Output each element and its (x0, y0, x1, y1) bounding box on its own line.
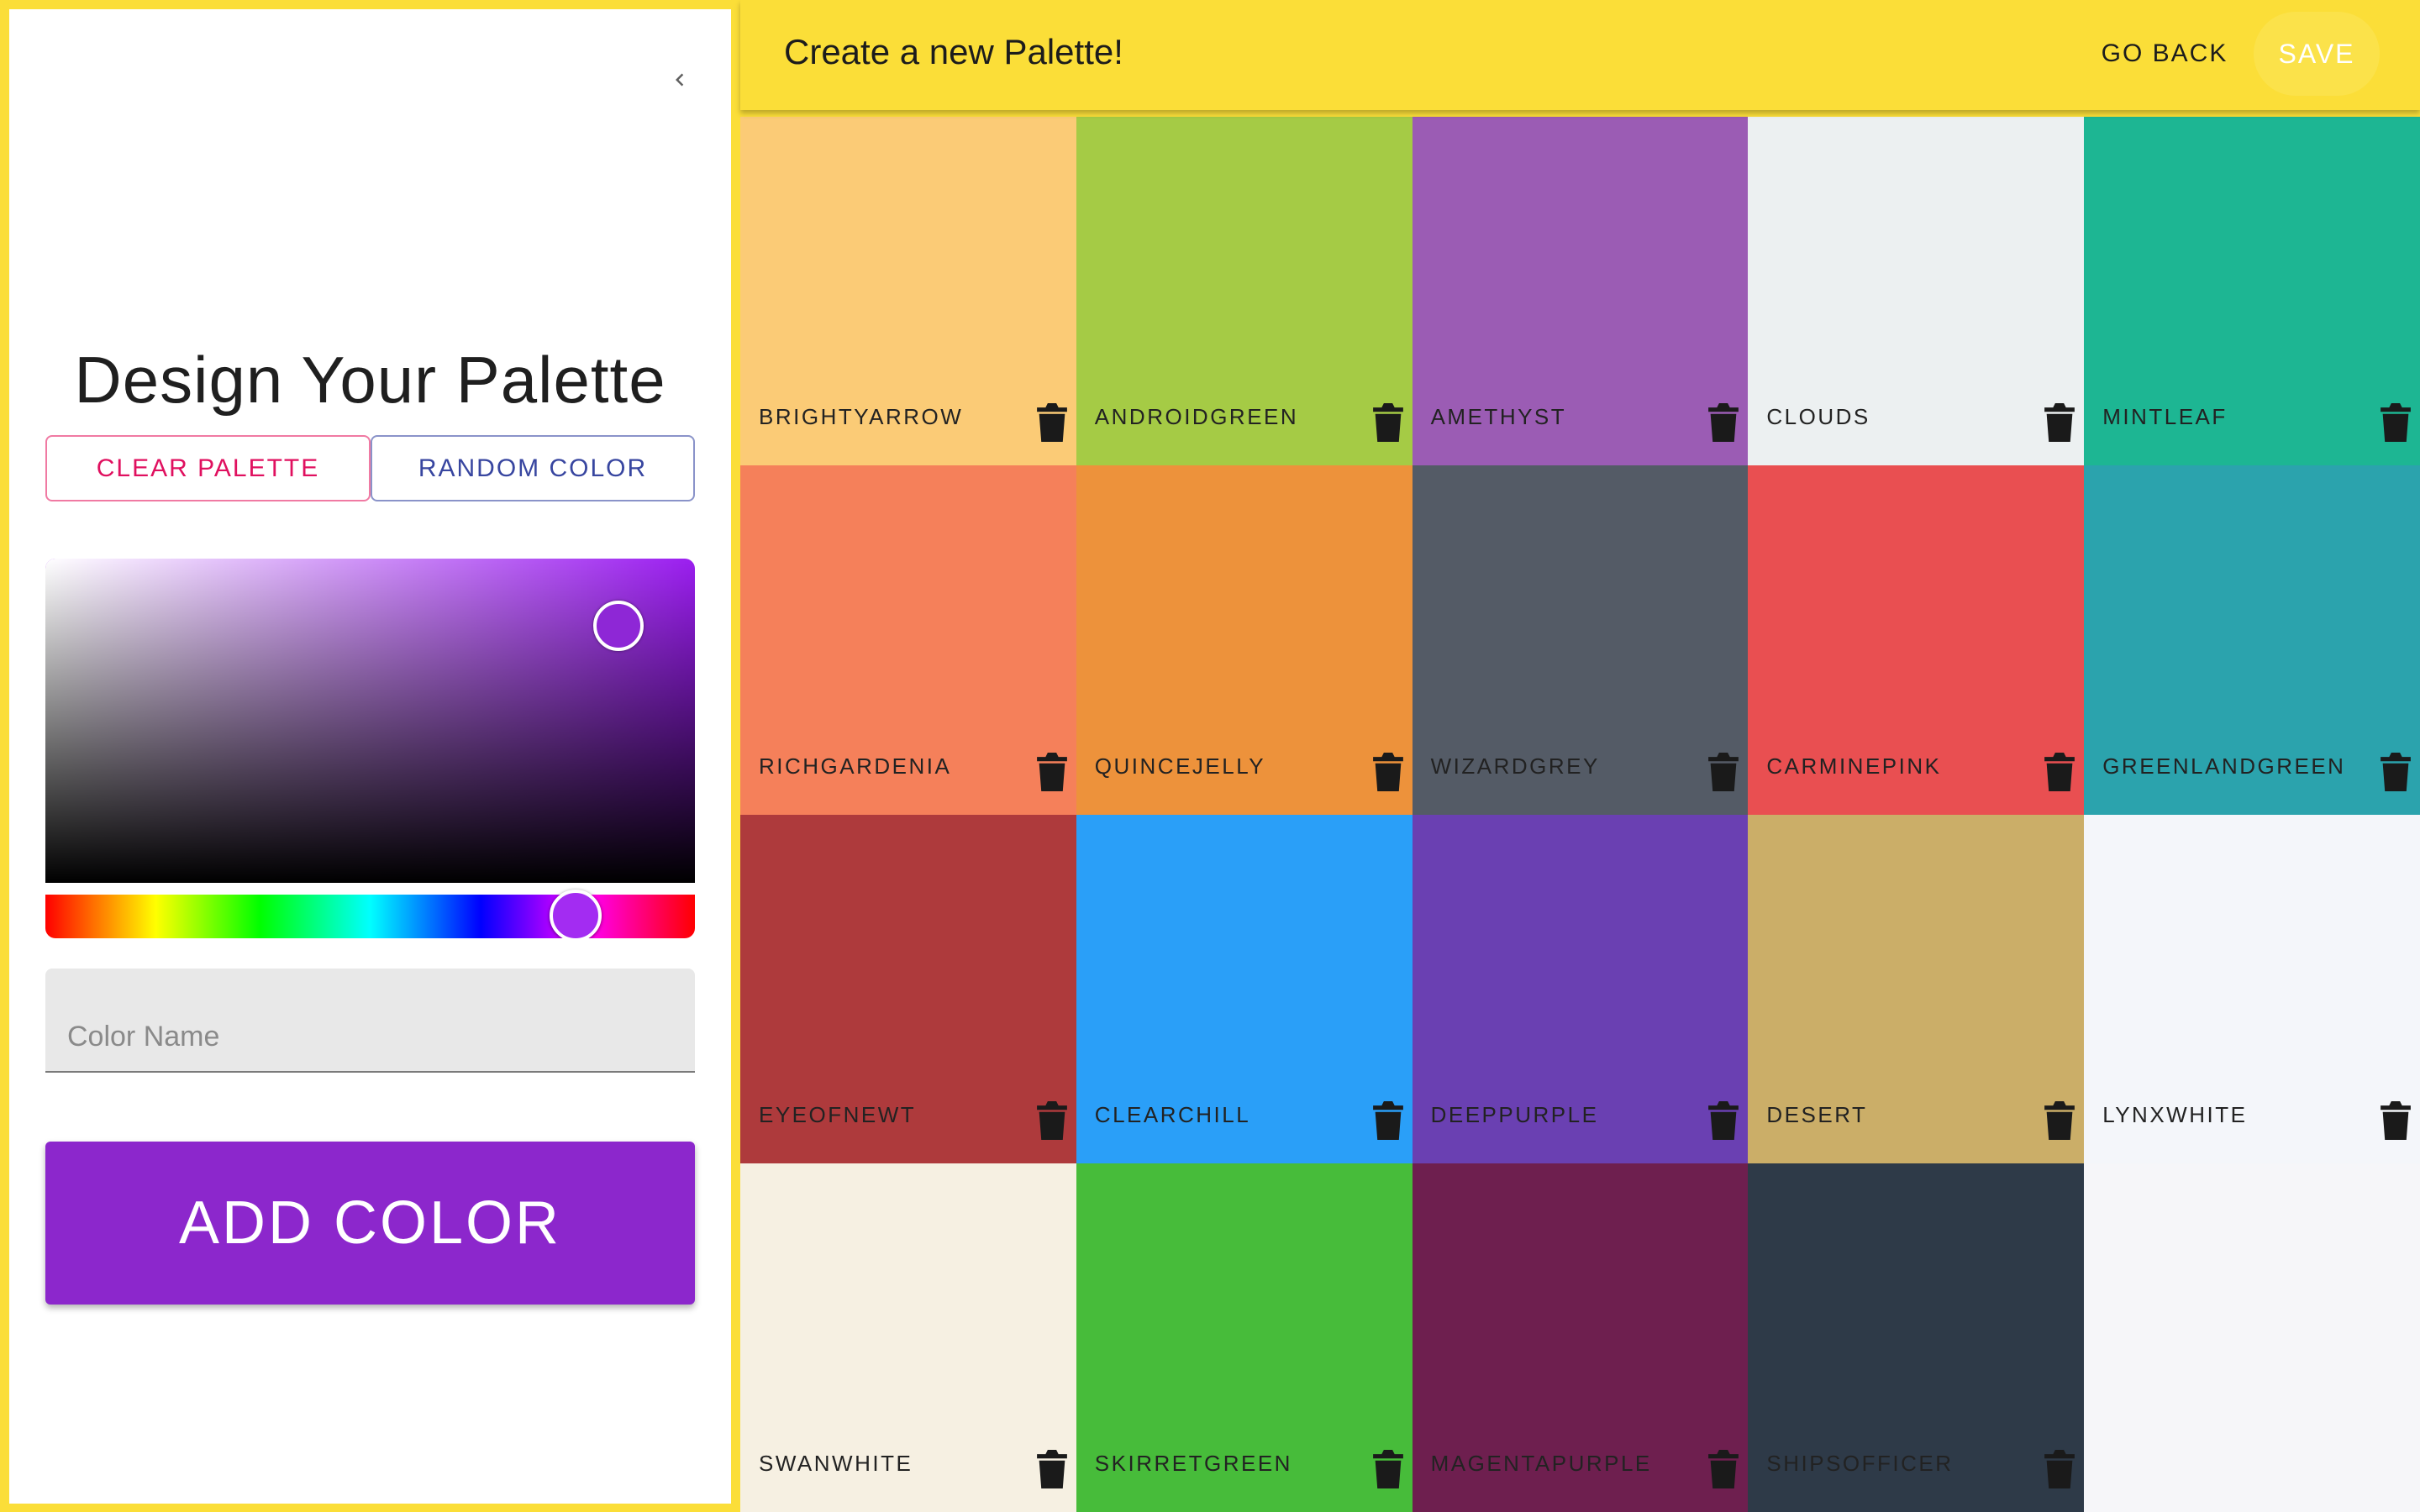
delete-icon[interactable] (1036, 403, 1068, 443)
delete-icon[interactable] (2380, 752, 2412, 791)
color-box-name: wizardgrey (1430, 753, 1600, 779)
delete-icon[interactable] (1036, 752, 1068, 791)
palette-grid: brightyarrow androidgreen amethyst clouds mi… (740, 117, 2420, 1512)
color-box[interactable]: quincejelly (1076, 465, 1413, 815)
delete-icon[interactable] (1036, 1100, 1068, 1140)
color-box-name: mintleaf (2102, 404, 2228, 430)
color-box-name: swanwhite (759, 1451, 913, 1476)
color-box[interactable]: brightyarrow (740, 117, 1076, 466)
delete-icon[interactable] (2044, 1450, 2075, 1488)
delete-icon[interactable] (2380, 1100, 2412, 1140)
hue-slider-handle[interactable] (550, 890, 602, 938)
color-box[interactable]: mintleaf (2084, 117, 2420, 466)
color-box-name: quincejelly (1094, 753, 1266, 779)
color-box[interactable]: wizardgrey (1412, 465, 1749, 815)
delete-icon[interactable] (1036, 1450, 1068, 1488)
color-box-name: shipsofficer (1766, 1451, 1954, 1476)
random-color-button[interactable]: RANDOM COLOR (371, 435, 695, 501)
color-picker[interactable] (45, 559, 695, 938)
delete-icon[interactable] (2044, 403, 2075, 443)
chevron-left-icon (676, 73, 684, 87)
color-box-name: deeppurple (1430, 1101, 1599, 1127)
color-box-name: greenlandgreen (2102, 753, 2346, 779)
clear-palette-button[interactable]: CLEAR PALETTE (45, 435, 371, 501)
delete-icon[interactable] (1372, 403, 1404, 443)
app-root: Design Your Palette CLEAR PALETTE RANDOM… (0, 0, 2420, 1512)
color-box[interactable]: carminepink (1748, 465, 2085, 815)
color-box-name: carminepink (1766, 753, 1942, 779)
color-box[interactable]: amethyst (1412, 117, 1749, 466)
color-box[interactable]: skirretgreen (1076, 1163, 1413, 1512)
color-box-name: eyeofnewt (759, 1101, 917, 1127)
save-button[interactable]: SAVE (2254, 12, 2380, 96)
close-drawer-button[interactable] (656, 56, 703, 103)
delete-icon[interactable] (1707, 403, 1739, 443)
color-box-name: brightyarrow (759, 404, 964, 430)
color-box-name: lynxwhite (2102, 1101, 2248, 1127)
drawer-title: Design Your Palette (74, 343, 666, 417)
delete-icon[interactable] (1707, 1100, 1739, 1140)
color-box[interactable]: swanwhite (740, 1163, 1076, 1512)
color-box[interactable]: deeppurple (1412, 814, 1749, 1163)
color-box-name: desert (1766, 1101, 1868, 1127)
go-back-button[interactable]: GO BACK (2076, 26, 2253, 81)
delete-icon[interactable] (2044, 1100, 2075, 1140)
color-box[interactable]: richgardenia (740, 465, 1076, 815)
color-box[interactable]: lynxwhite (2084, 814, 2420, 1163)
color-box-name: androidgreen (1094, 404, 1299, 430)
color-box[interactable]: magentapurple (1412, 1163, 1749, 1512)
delete-icon[interactable] (2044, 752, 2075, 791)
palette-drawer: Design Your Palette CLEAR PALETTE RANDOM… (9, 9, 731, 1504)
delete-icon[interactable] (1707, 752, 1739, 791)
color-box-name: richgardenia (759, 753, 952, 779)
color-box[interactable]: clouds (1748, 117, 2085, 466)
saturation-area[interactable] (45, 559, 695, 883)
app-bar: Create a new Palette! GO BACK SAVE (740, 0, 2420, 110)
color-box[interactable]: eyeofnewt (740, 814, 1076, 1163)
add-color-button[interactable]: ADD COLOR (45, 1142, 695, 1305)
page-title: Create a new Palette! (784, 32, 1123, 71)
saturation-handle[interactable] (593, 601, 644, 651)
drawer-button-row: CLEAR PALETTE RANDOM COLOR (45, 435, 695, 501)
color-box-name: magentapurple (1430, 1451, 1652, 1476)
delete-icon[interactable] (1707, 1450, 1739, 1488)
color-box[interactable]: shipsofficer (1748, 1163, 2085, 1512)
color-box-name: clouds (1766, 404, 1870, 430)
drawer-header (9, 9, 731, 129)
color-name-field[interactable] (45, 969, 695, 1073)
delete-icon[interactable] (1372, 1100, 1404, 1140)
color-box-name: skirretgreen (1094, 1451, 1292, 1476)
delete-icon[interactable] (1372, 1450, 1404, 1488)
color-box-name: amethyst (1430, 404, 1567, 430)
color-box[interactable]: greenlandgreen (2084, 465, 2420, 815)
color-box[interactable]: desert (1748, 814, 2085, 1163)
delete-icon[interactable] (2380, 403, 2412, 443)
color-box[interactable]: androidgreen (1076, 117, 1413, 466)
color-name-input[interactable] (45, 969, 695, 1071)
color-box[interactable]: clearchill (1076, 814, 1413, 1163)
color-box-name: clearchill (1094, 1101, 1251, 1127)
delete-icon[interactable] (1372, 752, 1404, 791)
